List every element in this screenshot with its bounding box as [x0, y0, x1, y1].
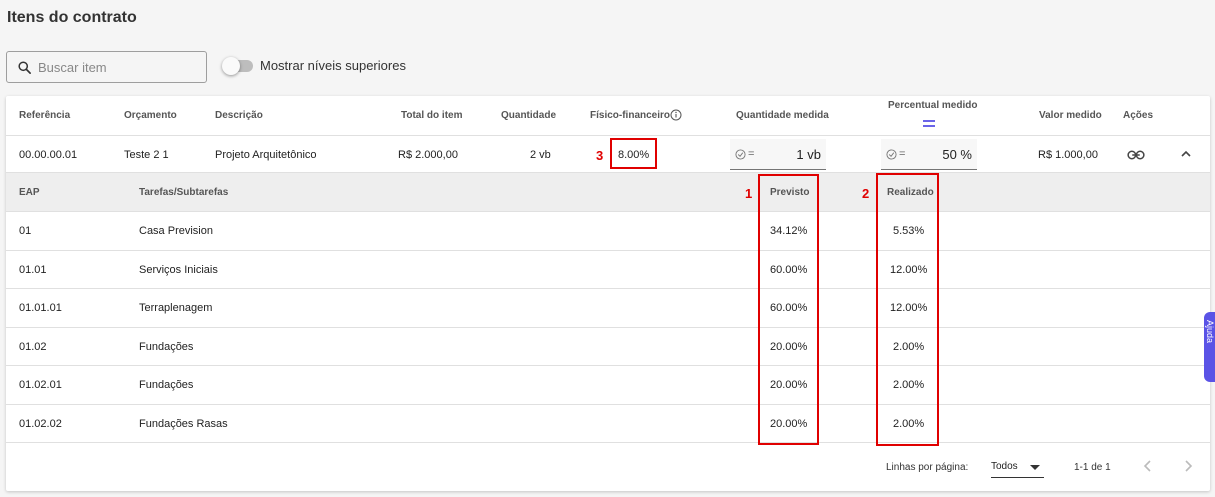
row-previsto: 34.12%	[770, 225, 808, 237]
subtasks-header: EAP Tarefas/Subtarefas Previsto Realizad…	[6, 173, 1210, 212]
col-orcamento[interactable]: Orçamento	[124, 110, 177, 121]
quantity-measured-value[interactable]: 1 vb	[796, 147, 821, 162]
col-tarefas: Tarefas/Subtarefas	[139, 187, 229, 198]
percent-measured-prefix: =	[899, 148, 906, 160]
equals-icon[interactable]	[922, 118, 936, 128]
row-realizado: 2.00%	[893, 379, 925, 391]
item-total: R$ 2.000,00	[398, 149, 458, 161]
row-tarefa: Terraplenagem	[139, 302, 213, 314]
row-tarefa: Fundações	[139, 379, 194, 391]
search-input[interactable]	[38, 59, 188, 75]
row-tarefa: Fundações Rasas	[139, 417, 228, 430]
quantity-measured-input[interactable]: = 1 vb	[730, 139, 826, 170]
col-descricao[interactable]: Descrição	[215, 110, 263, 121]
quantity-measured-prefix: =	[748, 148, 755, 160]
row-previsto: 20.00%	[770, 379, 808, 391]
table-row[interactable]: 01.02 Fundações 20.00% 2.00%	[6, 328, 1210, 366]
row-realizado: 2.00%	[893, 340, 925, 353]
annotation-number-1: 1	[745, 186, 753, 201]
check-circle-icon	[886, 148, 897, 160]
row-realizado: 12.00%	[890, 263, 928, 276]
table-row[interactable]: 01.01 Serviços Iniciais 60.00% 12.00%	[6, 251, 1210, 289]
table-row[interactable]: 00.00.00.01 Teste 2 1 Projeto Arquitetôn…	[6, 136, 1210, 173]
toggle-switch[interactable]	[222, 56, 253, 75]
col-qtd-medida[interactable]: Quantidade medida	[736, 110, 829, 121]
row-tarefa: Fundações	[139, 340, 194, 353]
contract-items-table: Referência Orçamento Descrição Total do …	[6, 96, 1210, 491]
link-icon[interactable]	[1127, 149, 1145, 161]
chevron-right-icon[interactable]	[1180, 458, 1196, 474]
table-row[interactable]: 01 Casa Prevision 34.12% 5.53%	[6, 212, 1210, 251]
col-total[interactable]: Total do item	[401, 110, 462, 121]
col-eap: EAP	[19, 187, 40, 198]
annotation-number-2: 2	[862, 186, 870, 201]
annotation-number-3: 3	[596, 148, 604, 163]
percent-measured-input[interactable]: = 50 %	[881, 139, 977, 170]
table-row[interactable]: 01.02.01 Fundações 20.00% 2.00%	[6, 366, 1210, 405]
pagination-range: 1-1 de 1	[1074, 462, 1111, 473]
row-eap: 01.02.02	[19, 417, 62, 430]
show-levels-toggle[interactable]: Mostrar níveis superiores	[222, 56, 406, 75]
item-referencia: 00.00.00.01	[19, 149, 78, 161]
col-realizado: Realizado	[887, 187, 934, 198]
row-previsto: 20.00%	[770, 417, 808, 430]
row-realizado: 12.00%	[890, 302, 928, 314]
search-field[interactable]	[6, 51, 207, 83]
col-previsto: Previsto	[770, 187, 810, 198]
percent-measured-value[interactable]: 50 %	[942, 147, 972, 162]
col-valor-medido[interactable]: Valor medido	[1039, 110, 1102, 121]
page-title: Itens do contrato	[7, 9, 137, 26]
item-quantidade: 2 vb	[530, 149, 551, 161]
row-previsto: 60.00%	[770, 302, 808, 314]
row-eap: 01.01.01	[19, 302, 62, 314]
item-descricao: Projeto Arquitetônico	[215, 149, 317, 161]
table-footer: Linhas por página: Todos 1-1 de 1	[6, 442, 1210, 491]
col-fisico[interactable]: Físico-financeiro	[590, 110, 670, 121]
item-orcamento: Teste 2 1	[124, 149, 169, 161]
table-row[interactable]: 01.01.01 Terraplenagem 60.00% 12.00%	[6, 289, 1210, 328]
row-previsto: 20.00%	[770, 340, 808, 353]
col-referencia[interactable]: Referência	[19, 110, 70, 121]
col-perc-medido[interactable]: Percentual medido	[888, 100, 977, 111]
row-eap: 01	[19, 225, 32, 237]
col-quantidade[interactable]: Quantidade	[501, 110, 556, 121]
chevron-left-icon[interactable]	[1140, 458, 1156, 474]
info-icon[interactable]	[670, 109, 682, 121]
row-previsto: 60.00%	[770, 263, 808, 276]
row-tarefa: Casa Prevision	[139, 225, 213, 237]
check-circle-icon	[735, 148, 746, 160]
help-tab-label: Ajuda	[1205, 320, 1215, 344]
table-row[interactable]: 01.02.02 Fundações Rasas 20.00% 2.00%	[6, 405, 1210, 443]
row-realizado: 5.53%	[893, 225, 925, 237]
col-acoes: Ações	[1123, 110, 1154, 121]
item-valor-medido: R$ 1.000,00	[1038, 149, 1098, 161]
caret-down-icon	[1030, 465, 1040, 470]
rows-per-page-select[interactable]: Todos	[991, 456, 1044, 478]
row-eap: 01.02	[19, 340, 47, 353]
toggle-label: Mostrar níveis superiores	[260, 58, 406, 73]
rows-per-page-label: Linhas por página:	[886, 462, 969, 473]
row-eap: 01.01	[19, 263, 47, 276]
row-eap: 01.02.01	[19, 379, 62, 391]
chevron-up-icon[interactable]	[1180, 149, 1192, 159]
help-tab[interactable]: Ajuda	[1204, 312, 1215, 382]
item-fisico: 8.00%	[618, 149, 650, 161]
row-realizado: 2.00%	[893, 417, 925, 430]
rows-per-page-value: Todos	[991, 461, 1018, 472]
row-tarefa: Serviços Iniciais	[139, 263, 218, 276]
table-header: Referência Orçamento Descrição Total do …	[6, 96, 1210, 136]
search-icon	[18, 60, 31, 74]
